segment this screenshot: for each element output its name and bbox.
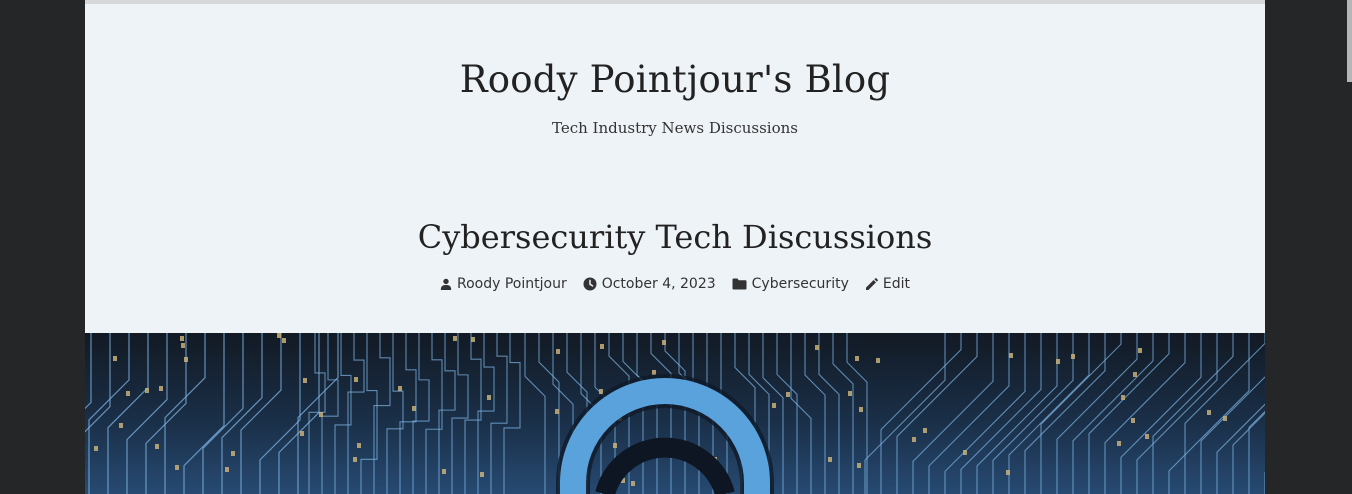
post-title[interactable]: Cybersecurity Tech Discussions <box>85 218 1265 256</box>
folder-icon <box>732 278 747 290</box>
padlock-graphic <box>556 374 774 494</box>
post-date: October 4, 2023 <box>601 276 716 292</box>
featured-image <box>85 333 1265 494</box>
top-border <box>85 0 1265 4</box>
site-description: Tech Industry News Discussions <box>551 119 798 137</box>
page-container: Roody Pointjour's Blog Tech Industry New… <box>85 0 1265 494</box>
circuit-board-image <box>85 333 1265 494</box>
edit-post-link[interactable]: Edit <box>865 276 910 292</box>
post-author-link[interactable]: Roody Pointjour <box>440 276 567 292</box>
site-title[interactable]: Roody Pointjour's Blog <box>85 58 1265 101</box>
category-name: Cybersecurity <box>751 276 849 292</box>
scrollbar-thumb[interactable] <box>1347 0 1352 82</box>
pencil-icon <box>865 277 878 290</box>
clock-icon <box>583 277 597 291</box>
post-date-link[interactable]: October 4, 2023 <box>583 276 716 292</box>
edit-label: Edit <box>882 276 910 292</box>
post-meta: Roody Pointjour October 4, 2023 Cybersec… <box>85 276 1265 292</box>
post-category-link[interactable]: Cybersecurity <box>732 276 849 292</box>
circuit-traces <box>85 333 1265 494</box>
person-icon <box>440 278 452 290</box>
author-name: Roody Pointjour <box>457 276 567 292</box>
